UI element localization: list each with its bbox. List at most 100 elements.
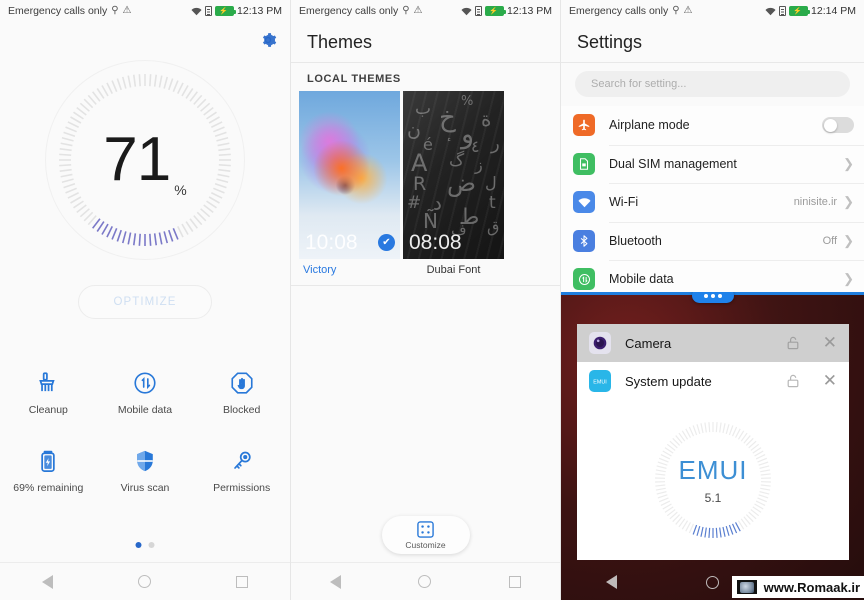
chevron-right-icon: ❯ bbox=[843, 232, 854, 248]
back-icon[interactable] bbox=[605, 575, 617, 589]
airplane-icon bbox=[573, 114, 595, 137]
nav-bar bbox=[0, 562, 290, 600]
warning-icon: ⚠ bbox=[122, 5, 132, 16]
settings-row-dual-sim[interactable]: Dual SIM management ❯ bbox=[561, 144, 864, 183]
settings-row-value: ninisite.ir bbox=[793, 196, 838, 209]
recents-icon[interactable] bbox=[235, 575, 248, 588]
back-icon[interactable] bbox=[42, 574, 54, 589]
wifi-icon bbox=[765, 7, 776, 16]
theme-name: Dubai Font bbox=[426, 264, 481, 276]
close-icon[interactable]: ✕ bbox=[823, 333, 837, 353]
recent-card-system-update[interactable]: EMUI System update ✕ bbox=[577, 362, 849, 400]
page-dot-active[interactable] bbox=[135, 542, 142, 548]
status-bar: Emergency calls only ⚲ ⚠ ⚡ 12:13 PM bbox=[291, 0, 560, 22]
wifi-icon bbox=[191, 7, 202, 16]
carrier-label: Emergency calls only bbox=[569, 5, 669, 17]
score-value: 71 bbox=[103, 125, 171, 194]
section-label: LOCAL THEMES bbox=[307, 73, 401, 85]
watermark: www.Romaak.ir bbox=[731, 576, 864, 598]
theme-card-victory[interactable]: 10:08 ✔ Victory bbox=[299, 91, 400, 276]
battery-charging-icon: ⚡ bbox=[485, 6, 507, 16]
battery-icon bbox=[35, 448, 61, 474]
recents-icon[interactable] bbox=[509, 575, 522, 588]
theme-list: 10:08 ✔ Victory % ب خ ة ن و é ٴ ٤ ر A گ … bbox=[291, 91, 560, 276]
bluetooth-icon bbox=[573, 229, 595, 252]
settings-row-airplane-mode[interactable]: Airplane mode bbox=[561, 106, 864, 145]
clock-label: 12:14 PM bbox=[811, 5, 856, 17]
theme-thumbnail[interactable]: % ب خ ة ن و é ٴ ٤ ر A گ ز R ض ل # د t Ñ … bbox=[403, 91, 504, 259]
sim-icon bbox=[205, 6, 213, 16]
tile-cleanup[interactable]: Cleanup bbox=[0, 370, 97, 416]
settings-row-bluetooth[interactable]: Bluetooth Off ❯ bbox=[561, 221, 864, 260]
camera-icon bbox=[589, 332, 611, 354]
page-title: Themes bbox=[291, 22, 560, 62]
status-bar-left: Emergency calls only ⚲ ⚠ bbox=[8, 5, 132, 17]
tile-virus-scan[interactable]: Virus scan bbox=[97, 448, 194, 494]
usb-icon: ⚲ bbox=[672, 5, 680, 16]
tile-label: Cleanup bbox=[28, 404, 68, 416]
svg-text:EMUI: EMUI bbox=[593, 379, 606, 385]
search-container: Search for setting... bbox=[561, 63, 864, 106]
customize-button[interactable]: Customize bbox=[381, 516, 470, 554]
emui-dial: EMUI 5.1 bbox=[647, 414, 779, 546]
battery-charging-icon: ⚡ bbox=[215, 6, 237, 16]
tile-mobile-data[interactable]: Mobile data bbox=[97, 370, 194, 416]
recent-card-preview: EMUI 5.1 bbox=[577, 400, 849, 560]
tile-label: 69% remaining bbox=[13, 482, 84, 494]
home-icon[interactable] bbox=[418, 575, 432, 588]
back-icon[interactable] bbox=[329, 574, 341, 589]
unlock-icon[interactable] bbox=[785, 373, 801, 389]
airplane-mode-toggle[interactable] bbox=[822, 117, 854, 134]
theme-preview-time: 10:08 bbox=[305, 231, 358, 254]
status-bar-right: ⚡ 12:13 PM bbox=[191, 5, 282, 17]
home-icon[interactable] bbox=[705, 575, 719, 589]
chevron-right-icon: ❯ bbox=[843, 271, 854, 287]
settings-row-label: Bluetooth bbox=[609, 233, 662, 248]
battery-charging-icon: ⚡ bbox=[789, 6, 811, 16]
key-icon bbox=[229, 448, 255, 474]
recent-card-camera[interactable]: Camera ✕ bbox=[577, 324, 849, 362]
status-bar: Emergency calls only ⚲ ⚠ ⚡ 12:13 PM bbox=[0, 0, 290, 22]
recent-apps-overlay: Camera ✕ EMUI System update ✕ EMUI 5.1 w… bbox=[561, 292, 864, 600]
wifi-icon bbox=[573, 191, 595, 214]
emui-version: 5.1 bbox=[704, 491, 722, 505]
settings-row-wifi[interactable]: Wi-Fi ninisite.ir ❯ bbox=[561, 183, 864, 222]
usb-icon: ⚲ bbox=[402, 5, 410, 16]
tile-label: Permissions bbox=[213, 482, 271, 494]
recent-app-name: System update bbox=[625, 373, 712, 389]
settings-row-value: Off bbox=[822, 234, 838, 247]
unlock-icon[interactable] bbox=[785, 335, 801, 351]
more-dots-icon[interactable] bbox=[692, 292, 734, 303]
close-icon[interactable]: ✕ bbox=[823, 371, 837, 391]
page-title: Settings bbox=[561, 22, 864, 62]
themes-panel: Emergency calls only ⚲ ⚠ ⚡ 12:13 PM Them… bbox=[290, 0, 560, 600]
wifi-icon bbox=[461, 7, 472, 16]
status-bar: Emergency calls only ⚲ ⚠ ⚡ 12:14 PM bbox=[561, 0, 864, 22]
dial-readout: 71 % bbox=[45, 60, 245, 260]
theme-thumbnail[interactable]: 10:08 ✔ bbox=[299, 91, 400, 259]
clock-label: 12:13 PM bbox=[507, 5, 552, 17]
gear-icon[interactable] bbox=[258, 30, 278, 50]
tile-permissions[interactable]: Permissions bbox=[193, 448, 290, 494]
optimize-button[interactable]: OPTIMIZE bbox=[78, 285, 212, 319]
page-dot[interactable] bbox=[148, 542, 155, 548]
customize-label: Customize bbox=[405, 539, 446, 550]
settings-row-label: Dual SIM management bbox=[609, 156, 737, 171]
optimization-dial: 71 % bbox=[45, 60, 245, 260]
phone-manager-panel: Emergency calls only ⚲ ⚠ ⚡ 12:13 PM 71 %… bbox=[0, 0, 290, 600]
score-unit: % bbox=[174, 182, 187, 198]
tile-battery[interactable]: 69% remaining bbox=[0, 448, 97, 494]
tile-blocked[interactable]: Blocked bbox=[193, 370, 290, 416]
theme-card-dubai-font[interactable]: % ب خ ة ن و é ٴ ٤ ر A گ ز R ض ل # د t Ñ … bbox=[403, 91, 504, 276]
status-bar-left: Emergency calls only ⚲ ⚠ bbox=[569, 5, 693, 17]
sim-icon bbox=[779, 6, 787, 16]
search-input[interactable]: Search for setting... bbox=[575, 71, 850, 97]
tile-label: Blocked bbox=[222, 404, 261, 416]
screenshot-stage: Emergency calls only ⚲ ⚠ ⚡ 12:13 PM 71 %… bbox=[0, 0, 864, 600]
emui-readout: EMUI 5.1 bbox=[647, 414, 779, 546]
recent-card-stack: Camera ✕ EMUI System update ✕ EMUI 5.1 bbox=[577, 324, 849, 560]
clock-label: 12:13 PM bbox=[237, 5, 282, 17]
theme-name: Victory bbox=[303, 264, 337, 276]
home-icon[interactable] bbox=[137, 575, 151, 588]
sim-card-icon bbox=[573, 152, 595, 175]
